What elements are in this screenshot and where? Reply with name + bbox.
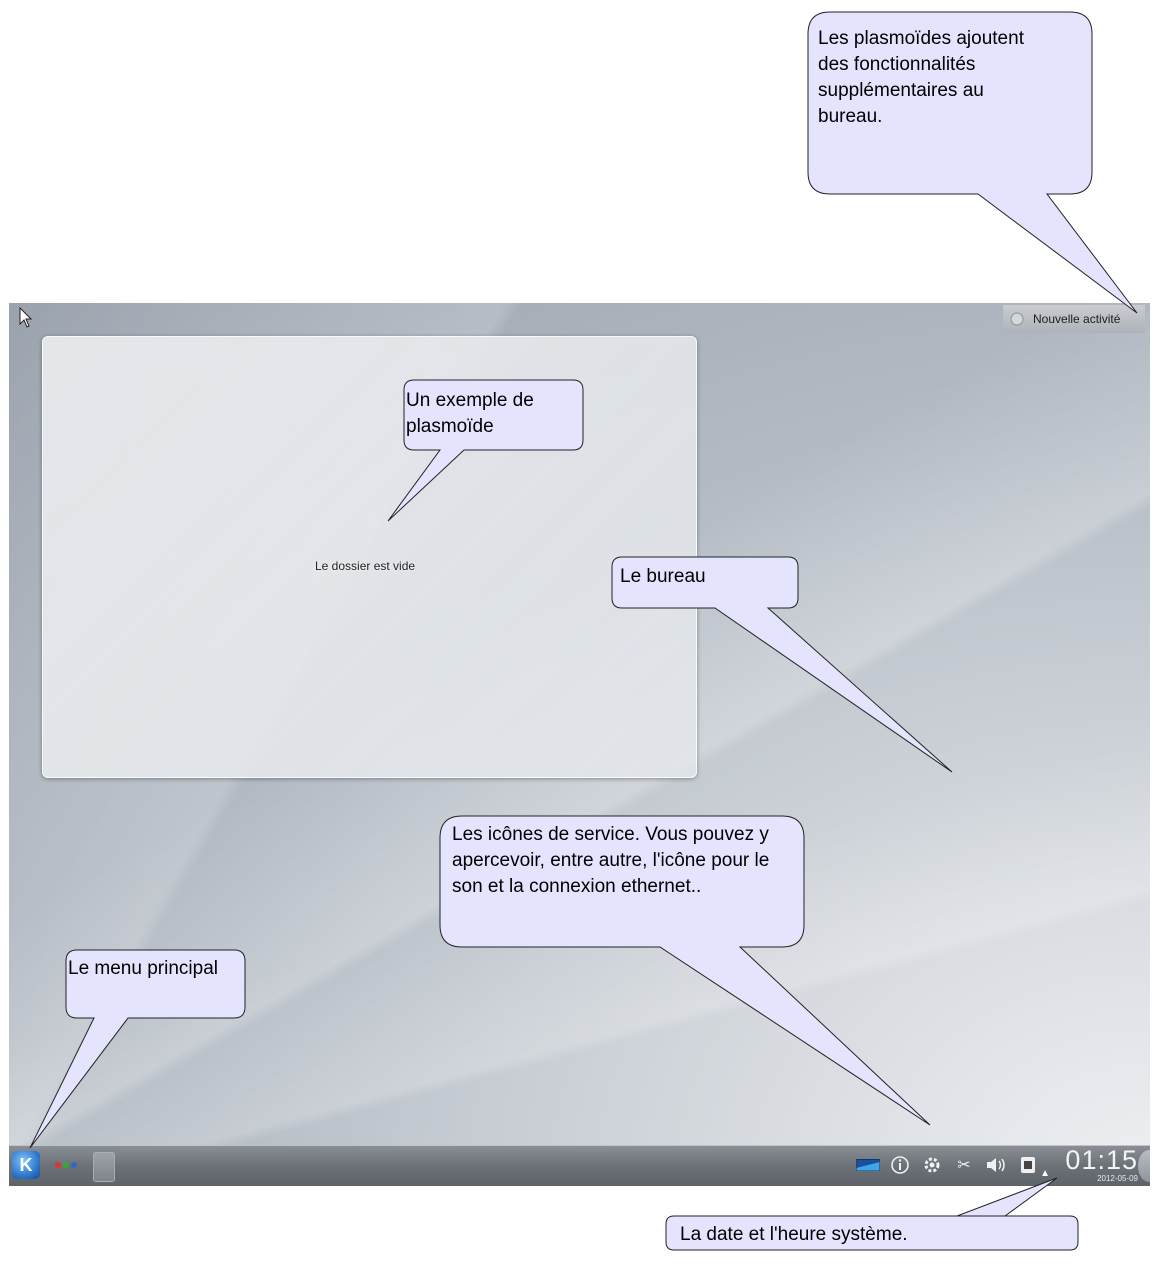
bottom-panel: K ✂ ▲ 01:15 2012-05-09 [9, 1145, 1150, 1186]
folder-empty-text: Le dossier est vide [315, 559, 416, 573]
callout-datetime: La date et l'heure système. [680, 1224, 908, 1245]
system-tray: ✂ [856, 1152, 1040, 1178]
callout-example: Un exemple de plasmoïde [406, 390, 534, 437]
cashew-icon [1010, 312, 1024, 326]
pager-widget[interactable] [93, 1152, 115, 1182]
callout-menu: Le menu principal [68, 958, 218, 979]
folder-view-plasmoid[interactable]: Le dossier est vide [42, 336, 697, 778]
callout-plasmoids: Les plasmoïdes ajoutent des fonctionnali… [818, 28, 1024, 127]
scissors-icon[interactable]: ✂ [952, 1152, 976, 1178]
tray-expand-icon[interactable]: ▲ [1040, 1168, 1050, 1179]
clock-date: 2012-05-09 [1097, 1174, 1138, 1183]
callout-services: Les icônes de service. Vous pouvez y ape… [452, 824, 770, 897]
kde-menu-icon[interactable]: K [12, 1151, 40, 1179]
clock-time: 01:15 [1065, 1145, 1138, 1175]
info-icon[interactable] [888, 1152, 912, 1178]
speaker-icon[interactable] [984, 1152, 1008, 1178]
callout-desktop: Le bureau [620, 566, 706, 587]
network-icon[interactable] [856, 1152, 880, 1178]
mouse-cursor-icon [19, 307, 33, 328]
ethernet-icon[interactable] [1016, 1152, 1040, 1178]
digital-clock[interactable]: 01:15 2012-05-09 [1065, 1145, 1138, 1184]
settings-icon[interactable] [920, 1152, 944, 1178]
new-activity-button[interactable]: Nouvelle activité [1003, 305, 1145, 333]
panel-toolbox-icon[interactable] [1138, 1150, 1150, 1182]
new-activity-label: Nouvelle activité [1033, 312, 1121, 326]
activity-manager-icon[interactable] [55, 1162, 77, 1168]
